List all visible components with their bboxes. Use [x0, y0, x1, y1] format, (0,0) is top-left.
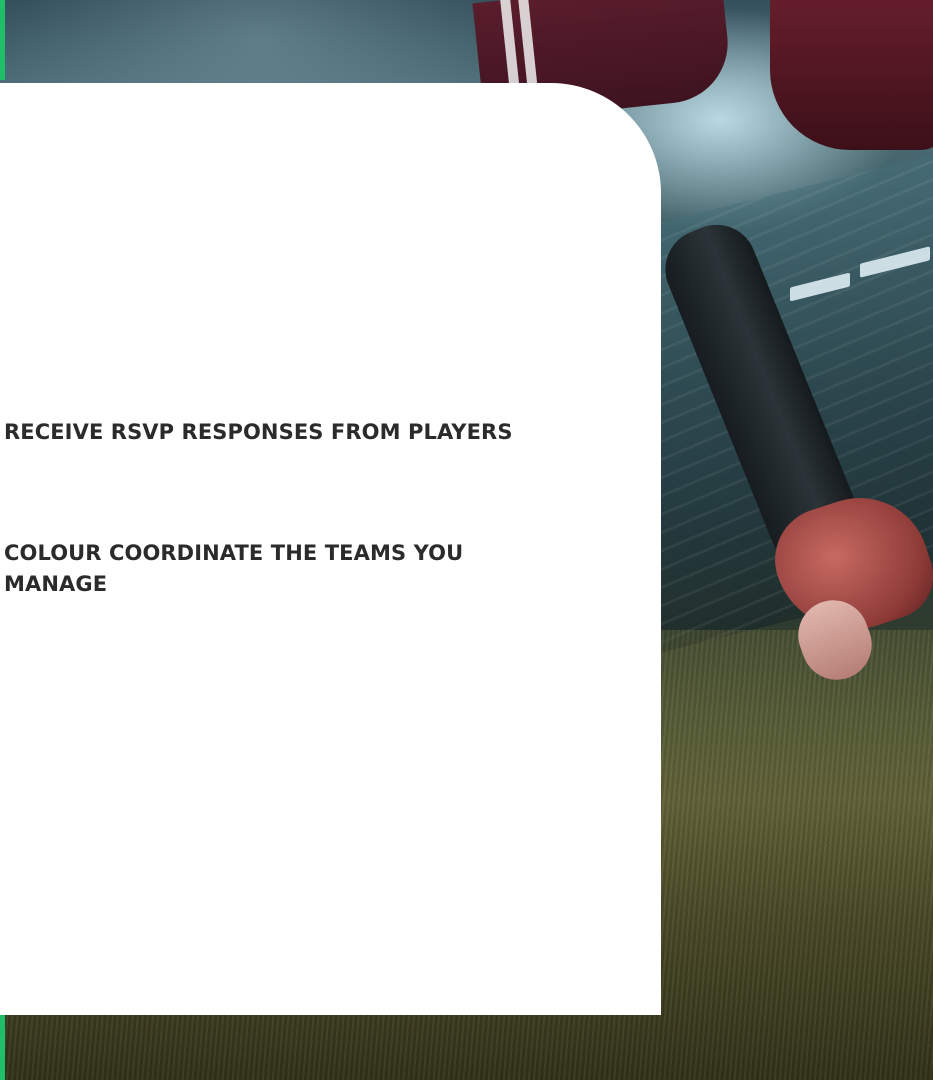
- shorts-stripe: [517, 0, 538, 89]
- player-torso: [770, 0, 933, 150]
- shorts-stripe: [499, 0, 520, 90]
- accent-strip-top: [0, 0, 5, 80]
- feature-item-rsvp: RECEIVE RSVP RESPONSES FROM PLAYERS: [4, 420, 513, 444]
- accent-strip-bottom: [0, 1015, 5, 1080]
- feature-card: RECEIVE RSVP RESPONSES FROM PLAYERS COLO…: [0, 83, 661, 1015]
- feature-item-colour-coordinate: COLOUR COORDINATE THE TEAMS YOU MANAGE: [4, 541, 464, 596]
- page: RECEIVE RSVP RESPONSES FROM PLAYERS COLO…: [0, 0, 933, 1080]
